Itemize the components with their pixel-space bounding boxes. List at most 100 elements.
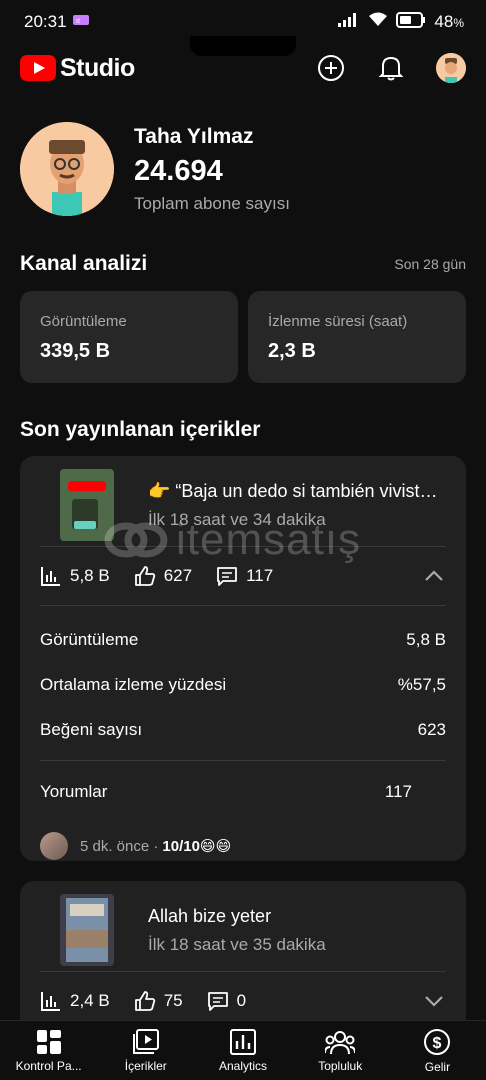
views-value: 339,5 B [40, 340, 111, 362]
video-age: İlk 18 saat ve 34 dakika [148, 509, 326, 529]
detail-row-avg-watch: Ortalama izleme yüzdesi %57,5 [20, 662, 466, 707]
detail-label: Beğeni sayısı [40, 719, 143, 739]
subscriber-label: Toplam abone sayısı [134, 193, 290, 213]
watch-time-label: İzlenme süresi (saat) [268, 313, 408, 330]
analytics-header: Kanal analizi Son 28 gün [20, 252, 466, 276]
recent-header: Son yayınlanan içerikler [20, 418, 466, 442]
thumbnail-image [60, 894, 114, 966]
bottom-navigation: Kontrol Pa... İçerikler Analytics Toplul… [0, 1020, 486, 1080]
views-metric: 5,8 B [40, 565, 110, 587]
thumbs-up-icon [134, 566, 155, 586]
comments-count: 0 [236, 991, 247, 1010]
collapse-button[interactable] [422, 564, 446, 588]
video-title: 👉 “Baja un dedo si también viviste este … [148, 480, 446, 501]
content-icon [132, 1028, 159, 1054]
detail-row-views: Görüntüleme 5,8 B [20, 617, 466, 662]
views-card[interactable]: Görüntüleme 339,5 B [20, 291, 238, 383]
battery-percent: 48% [434, 12, 464, 31]
nav-label: Gelir [424, 1059, 451, 1074]
video-row[interactable]: Allah bize yeter İlk 18 saat ve 35 dakik… [20, 881, 466, 971]
dashboard-icon [36, 1029, 61, 1054]
nav-dashboard[interactable]: Kontrol Pa... [0, 1021, 97, 1080]
views-metric: 2,4 B [40, 990, 110, 1012]
comments-section-row[interactable]: Yorumlar 117 [20, 761, 466, 823]
video-title: Allah bize yeter [148, 905, 272, 926]
analytics-icon [230, 1028, 256, 1055]
comment-text: 10/10😄😄 [162, 838, 232, 855]
likes-metric: 75 [134, 990, 183, 1012]
logo-text: Studio [60, 53, 135, 82]
metrics-row[interactable]: 5,8 B 627 117 [20, 547, 466, 605]
youtube-logo-icon [20, 55, 56, 81]
nav-analytics[interactable]: Analytics [194, 1021, 291, 1080]
analytics-period: Son 28 gün [394, 256, 466, 272]
comments-metric: 0 [207, 990, 246, 1012]
thumbs-up-icon [134, 991, 155, 1011]
latest-comment[interactable]: 5 dk. önce · 10/10😄😄 [20, 823, 466, 861]
signal-icon [338, 12, 360, 32]
watch-time-value: 2,3 B [268, 340, 316, 362]
views-count: 2,4 B [70, 991, 110, 1010]
watch-time-card[interactable]: İzlenme süresi (saat) 2,3 B [248, 291, 466, 383]
nav-earn[interactable]: $ Gelir [389, 1021, 486, 1080]
detail-value: 5,8 B [406, 629, 446, 649]
content-card[interactable]: Allah bize yeter İlk 18 saat ve 35 dakik… [20, 881, 466, 1041]
nav-label: Topluluk [318, 1058, 363, 1073]
channel-name: Taha Yılmaz [134, 124, 254, 148]
comment-icon [207, 992, 228, 1011]
nav-community[interactable]: Topluluk [292, 1021, 389, 1080]
commenter-avatar [40, 832, 68, 860]
likes-count: 627 [163, 566, 193, 585]
comments-label: Yorumlar [40, 782, 108, 801]
analytics-title: Kanal analizi [20, 252, 148, 275]
channel-avatar-icon [20, 122, 114, 216]
notification-app-icon: ıt [72, 12, 89, 32]
video-thumbnail[interactable] [60, 469, 114, 541]
video-row[interactable]: 👉 “Baja un dedo si también viviste este … [20, 456, 466, 546]
detail-row-likes: Beğeni sayısı 623 [20, 707, 466, 752]
community-icon [325, 1030, 356, 1054]
likes-count: 75 [163, 991, 183, 1010]
expand-button[interactable] [422, 989, 446, 1013]
likes-metric: 627 [134, 565, 192, 587]
channel-avatar[interactable] [20, 122, 114, 216]
channel-summary: Taha Yılmaz 24.694 Toplam abone sayısı [20, 122, 290, 216]
nav-label: Analytics [218, 1058, 268, 1073]
bar-chart-icon [41, 992, 60, 1011]
nav-content[interactable]: İçerikler [97, 1021, 194, 1080]
nav-label: Kontrol Pa... [15, 1058, 82, 1073]
recent-title: Son yayınlanan içerikler [20, 418, 261, 441]
comments-total: 117 [384, 782, 412, 801]
detail-value: %57,5 [397, 674, 446, 694]
video-age: İlk 18 saat ve 35 dakika [148, 934, 326, 954]
avatar-icon [436, 53, 466, 83]
status-time: 20:31 [24, 12, 67, 31]
wifi-icon [368, 12, 388, 32]
app-header: Studio [0, 46, 486, 90]
earn-icon: $ [424, 1028, 451, 1055]
detail-value: 623 [417, 719, 446, 739]
account-avatar[interactable] [436, 53, 466, 83]
youtube-studio-logo[interactable]: Studio [20, 54, 135, 83]
comment-icon [217, 567, 237, 586]
chevron-up-icon [425, 570, 443, 581]
views-count: 5,8 B [70, 566, 110, 585]
nav-label: İçerikler [124, 1058, 167, 1073]
create-button[interactable] [316, 53, 346, 83]
detail-label: Ortalama izleme yüzdesi [40, 674, 227, 694]
detail-label: Görüntüleme [40, 629, 139, 649]
video-thumbnail[interactable] [60, 894, 114, 966]
views-label: Görüntüleme [40, 313, 127, 330]
bar-chart-icon [41, 567, 60, 586]
svg-text:$: $ [433, 1035, 442, 1052]
comment-time: 5 dk. önce · [80, 837, 159, 855]
battery-icon [396, 11, 426, 33]
subscriber-count: 24.694 [134, 154, 223, 187]
bell-icon [378, 56, 404, 81]
comments-count: 117 [246, 566, 274, 585]
thumbnail-image [60, 469, 114, 541]
notifications-button[interactable] [376, 53, 406, 83]
content-card[interactable]: 👉 “Baja un dedo si también viviste este … [20, 456, 466, 861]
chevron-down-icon [425, 996, 443, 1007]
comments-metric: 117 [216, 565, 273, 587]
